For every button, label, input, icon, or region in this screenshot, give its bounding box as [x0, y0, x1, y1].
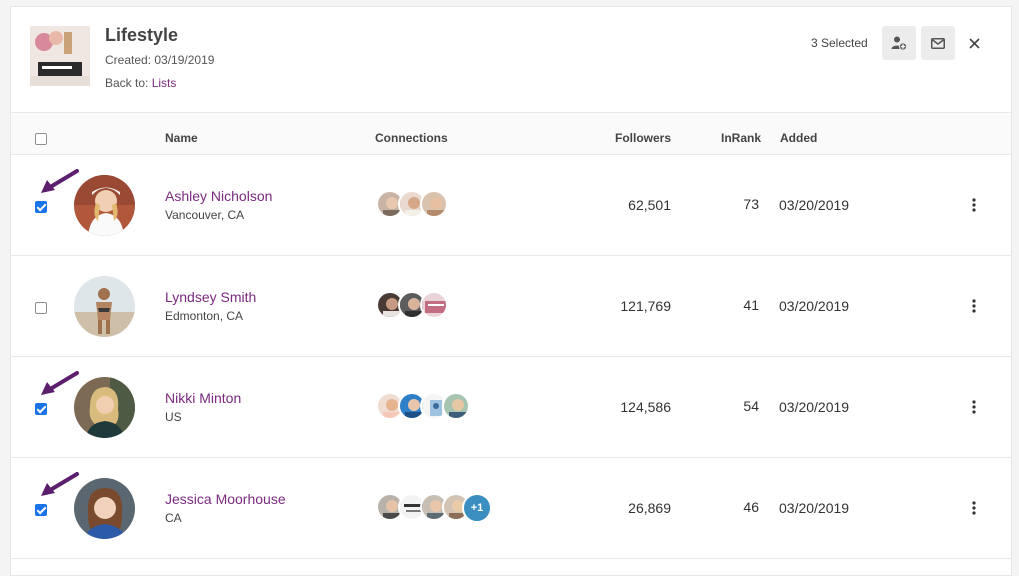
row-checkbox[interactable] [35, 403, 47, 415]
column-header-name[interactable]: Name [165, 131, 198, 145]
connection-avatar[interactable] [420, 291, 448, 319]
connections-group[interactable] [376, 392, 470, 422]
influencer-name[interactable]: Ashley Nicholson [165, 188, 272, 204]
avatar[interactable] [74, 276, 135, 337]
row-checkbox[interactable] [35, 504, 47, 516]
more-connections-badge[interactable]: +1 [462, 493, 492, 523]
connections-group[interactable] [376, 291, 448, 321]
table-row[interactable]: Ashley Nicholson Vancouver, CA 62,501 73… [11, 155, 1011, 256]
table-row[interactable]: Jessica Moorhouse CA +1 26,869 46 03/20/… [11, 458, 1011, 559]
added-date: 03/20/2019 [779, 399, 850, 415]
close-icon [968, 37, 980, 49]
envelope-icon [931, 37, 945, 49]
row-checkbox[interactable] [35, 201, 47, 213]
arrow-annotation [41, 169, 79, 193]
select-all-checkbox[interactable] [35, 133, 47, 145]
influencer-name[interactable]: Nikki Minton [165, 390, 241, 406]
connection-avatar[interactable] [420, 190, 448, 218]
more-options-icon[interactable] [969, 399, 979, 415]
list-header: Lifestyle Created: 03/19/2019 Back to: L… [11, 7, 1011, 113]
followers-count: 124,586 [620, 399, 671, 415]
avatar[interactable] [74, 175, 135, 236]
inrank-score: 54 [743, 398, 759, 414]
table-row[interactable]: Lyndsey Smith Edmonton, CA 121,769 41 03… [11, 256, 1011, 357]
back-link-container: Back to: Lists [105, 76, 176, 90]
added-date: 03/20/2019 [779, 500, 850, 516]
more-options-icon[interactable] [969, 500, 979, 516]
arrow-annotation [41, 472, 79, 496]
close-button[interactable] [965, 34, 983, 52]
inrank-score: 73 [743, 196, 759, 212]
followers-count: 62,501 [628, 197, 671, 213]
added-date: 03/20/2019 [779, 197, 850, 213]
avatar[interactable] [74, 377, 135, 438]
more-options-icon[interactable] [969, 298, 979, 314]
more-options-icon[interactable] [969, 197, 979, 213]
column-header-followers[interactable]: Followers [615, 131, 671, 145]
add-to-list-button[interactable] [882, 26, 916, 60]
inrank-score: 46 [743, 499, 759, 515]
column-header-inrank[interactable]: InRank [721, 131, 761, 145]
influencer-location: US [165, 410, 182, 424]
column-header-added[interactable]: Added [780, 131, 817, 145]
back-to-lists-link[interactable]: Lists [152, 76, 177, 90]
add-person-icon [891, 36, 907, 51]
table-header: Name Connections Followers InRank Added [11, 113, 1011, 155]
table-row[interactable]: Nikki Minton US 124,586 54 03/20/2019 [11, 357, 1011, 458]
avatar[interactable] [74, 478, 135, 539]
column-header-connections: Connections [375, 131, 448, 145]
selected-count: 3 Selected [811, 36, 868, 50]
email-button[interactable] [921, 26, 955, 60]
inrank-score: 41 [743, 297, 759, 313]
arrow-annotation [41, 371, 79, 395]
followers-count: 121,769 [620, 298, 671, 314]
list-card: Lifestyle Created: 03/19/2019 Back to: L… [10, 6, 1012, 576]
influencer-name[interactable]: Lyndsey Smith [165, 289, 256, 305]
list-thumbnail [30, 26, 90, 86]
connections-group[interactable] [376, 190, 448, 220]
connection-avatar[interactable] [442, 392, 470, 420]
followers-count: 26,869 [628, 500, 671, 516]
added-date: 03/20/2019 [779, 298, 850, 314]
row-checkbox[interactable] [35, 302, 47, 314]
influencer-name[interactable]: Jessica Moorhouse [165, 491, 286, 507]
list-created-date: Created: 03/19/2019 [105, 53, 215, 67]
connections-group[interactable]: +1 [376, 493, 492, 523]
influencer-location: Vancouver, CA [165, 208, 245, 222]
list-title: Lifestyle [105, 25, 179, 45]
back-prefix: Back to: [105, 76, 152, 90]
influencer-location: CA [165, 511, 182, 525]
influencer-location: Edmonton, CA [165, 309, 244, 323]
